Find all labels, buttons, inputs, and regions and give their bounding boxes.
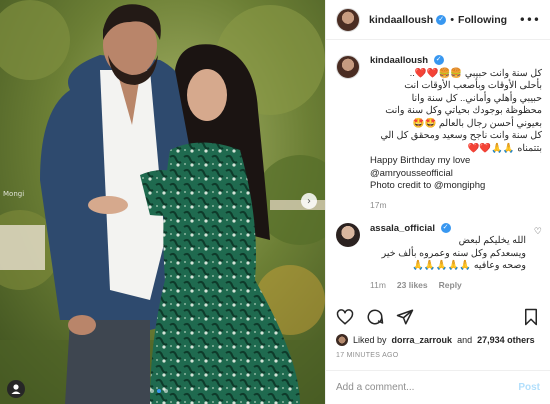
comment-item: assala_official ✓ الله يخليكم لبعض ويسعد… (336, 222, 542, 290)
likes-summary: Liked by dorra_zarrouk and 27,934 others (336, 334, 535, 346)
post-sidebar: kindaalloush ✓ • Following ••• kindaallo… (325, 0, 550, 404)
comments-area: kindaalloush ✓ كل سنة وانت حبيبي 🍔🍔❤️❤️.… (336, 55, 542, 290)
carousel-dot-active (157, 389, 161, 393)
commenter-username[interactable]: assala_official (370, 223, 435, 234)
carousel-dots (150, 389, 168, 393)
caption-text-english: Happy Birthday my love @amryousseofficia… (370, 155, 542, 193)
share-button[interactable] (396, 308, 414, 326)
next-photo-button[interactable]: › (301, 193, 317, 209)
author-username[interactable]: kindaalloush (369, 14, 433, 26)
liker-avatar (336, 334, 348, 346)
post-comment-button[interactable]: Post (518, 382, 540, 393)
bookmark-icon (525, 308, 537, 326)
chevron-right-icon: › (307, 195, 311, 207)
post-photo[interactable]: Mongi › (0, 0, 325, 404)
comment-likes[interactable]: 23 likes (397, 280, 428, 290)
verified-badge-icon: ✓ (436, 14, 447, 25)
caption-line: كل سنة وانت حبيبي 🍔🍔❤️❤️.. (409, 67, 542, 79)
more-horizontal-icon[interactable]: ••• (519, 13, 540, 27)
caption-line: حبيبي وأهلي وأماني.. كل سنة وانا (411, 92, 542, 104)
post-header: kindaalloush ✓ • Following ••• (326, 0, 550, 40)
header-separator: • (450, 13, 455, 26)
caption-text-arabic: كل سنة وانت حبيبي 🍔🍔❤️❤️.. بأحلى الأوقات… (370, 68, 542, 156)
caption-avatar[interactable] (336, 55, 360, 79)
comment-line: وصحه وعافيه 🙏🙏🙏🙏🙏 (412, 260, 526, 271)
comment-input[interactable]: Add a comment... (336, 382, 518, 393)
comment-bubble-icon (367, 309, 384, 325)
caption-line: بأحلى الأوقات وبأصعب الأوقات انت (404, 80, 542, 91)
likes-and: and (457, 335, 473, 345)
paper-plane-icon (396, 309, 414, 325)
comment-text: الله يخليكم لبعض ويسعدكم وكل سنه وعمروه … (370, 235, 526, 273)
instagram-post: Mongi › kindaalloush ✓ • Following ••• k… (0, 0, 550, 404)
liker-username[interactable]: dorra_zarrouk (392, 335, 453, 345)
caption-line: بعيوني أحسن رجال بالعالم 🤩🤩 (412, 117, 542, 129)
verified-badge-icon: ✓ (440, 222, 451, 233)
like-button[interactable] (336, 308, 354, 326)
commenter-avatar[interactable] (336, 222, 360, 247)
reply-button[interactable]: Reply (439, 280, 462, 290)
carousel-dot (164, 389, 168, 393)
comment-button[interactable] (366, 308, 384, 326)
caption-line: Photo credit to @mongiphg (370, 180, 486, 191)
heart-icon (336, 309, 354, 325)
caption-line: كل سنة وانت ناجح وسعيد ومحقق كل الي (380, 130, 542, 141)
caption: kindaalloush ✓ كل سنة وانت حبيبي 🍔🍔❤️❤️.… (336, 55, 542, 210)
tagged-users-button[interactable] (7, 380, 25, 398)
following-button[interactable]: Following (458, 14, 507, 26)
caption-line: بتتمناه 🙏🙏❤️❤️ (467, 142, 542, 154)
caption-mention[interactable]: @amryousseofficial (370, 168, 542, 181)
person-icon (11, 384, 21, 394)
heart-outline-icon[interactable]: ♡ (534, 227, 542, 237)
comment-meta: 11m 23 likes Reply (370, 280, 526, 290)
add-comment-bar: Add a comment... Post (326, 370, 550, 404)
likes-count[interactable]: 27,934 others (477, 335, 535, 345)
comment-age: 11m (370, 279, 386, 290)
couple-photo-illustration (0, 0, 325, 404)
likes-prefix: Liked by (353, 335, 387, 345)
author-avatar[interactable] (336, 7, 360, 32)
caption-line: Happy Birthday my love (370, 155, 471, 166)
comment-line: الله يخليكم لبعض (458, 235, 526, 246)
carousel-dot (150, 389, 154, 393)
photo-watermark: Mongi (3, 190, 25, 198)
save-button[interactable] (522, 308, 540, 326)
caption-line: محظوظة بوجودك بحياتي وكل سنة وانت (385, 105, 542, 116)
caption-username[interactable]: kindaalloush (370, 55, 428, 66)
comment-line: ويسعدكم وكل سنه وعمروه بألف خير (381, 247, 526, 259)
caption-age: 17m (370, 199, 387, 210)
post-timestamp: 17 MINUTES AGO (336, 352, 399, 359)
verified-badge-icon: ✓ (433, 55, 444, 66)
action-bar (336, 305, 540, 329)
